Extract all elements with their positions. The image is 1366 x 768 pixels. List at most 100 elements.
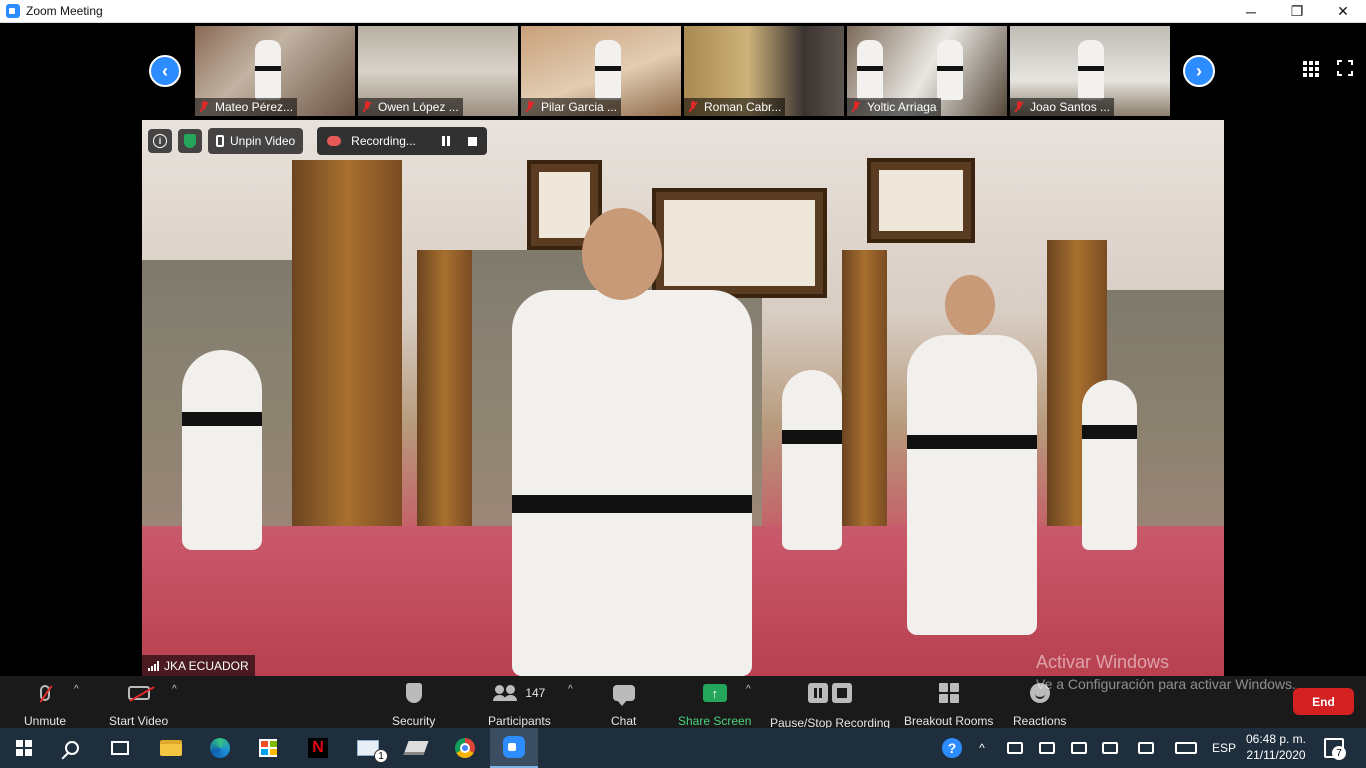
unpin-video-button[interactable]: Unpin Video <box>208 128 304 154</box>
security-label: Security <box>392 714 436 728</box>
participant-name: Owen López ... <box>378 100 459 114</box>
windows-logo-icon <box>16 740 32 756</box>
video-toolbar: i Unpin Video Recording... <box>148 127 487 155</box>
windows-taskbar: N 1 ? ^ ESP 06:48 p. m. 21/11/2020 7 <box>0 728 1366 768</box>
volume-icon <box>1102 742 1118 754</box>
help-icon: ? <box>942 738 962 758</box>
chat-button[interactable]: Chat <box>611 680 636 728</box>
stack-app-icon <box>403 741 429 755</box>
tray-wifi[interactable] <box>1069 728 1089 768</box>
participant-name: Yoltic Arriaga <box>867 100 937 114</box>
taskbar-store[interactable] <box>244 728 292 768</box>
window-controls: ─ ❐ ✕ <box>1228 0 1366 23</box>
clock-time: 06:48 p. m. <box>1245 732 1307 746</box>
audio-options-caret[interactable]: ^ <box>74 684 79 695</box>
restore-button[interactable]: ❐ <box>1274 0 1320 23</box>
taskbar-mail[interactable]: 1 <box>344 728 392 768</box>
taskbar-zoom[interactable] <box>490 728 538 768</box>
tray-language[interactable]: ESP <box>1208 728 1240 768</box>
stop-recording-icon[interactable] <box>467 136 477 146</box>
tray-pen[interactable] <box>1136 728 1156 768</box>
start-video-button[interactable]: Start Video <box>109 680 168 728</box>
tray-battery[interactable] <box>1037 728 1057 768</box>
cloud-recording-icon <box>327 136 342 146</box>
mail-icon: 1 <box>357 740 388 763</box>
security-button[interactable]: Security <box>392 680 435 728</box>
participants-label: Participants <box>488 714 551 728</box>
participant-name: Mateo Pérez... <box>215 100 294 114</box>
minimize-button[interactable]: ─ <box>1228 0 1274 23</box>
wifi-icon <box>1071 742 1087 754</box>
info-icon: i <box>153 134 167 148</box>
fullscreen-icon[interactable] <box>1336 59 1354 77</box>
reactions-label: Reactions <box>1013 714 1067 728</box>
watermark-title: Activar Windows <box>1036 652 1170 672</box>
main-speaker-video[interactable] <box>142 120 1224 676</box>
pause-stop-recording-button[interactable]: Pause/Stop Recording <box>770 680 890 730</box>
pen-icon <box>1138 742 1154 754</box>
participant-thumbnail[interactable]: Yoltic Arriaga <box>847 26 1007 116</box>
participant-name-tag: Owen López ... <box>358 98 463 116</box>
participant-thumbnail[interactable]: Mateo Pérez... <box>195 26 355 116</box>
share-screen-label: Share Screen <box>678 714 752 728</box>
participants-button[interactable]: 147 Participants <box>488 680 551 728</box>
close-button[interactable]: ✕ <box>1320 0 1366 23</box>
task-view-button[interactable] <box>96 728 144 768</box>
participant-name-tag: Pilar Garcia ... <box>521 98 622 116</box>
mic-muted-icon <box>525 101 535 113</box>
taskbar-file-explorer[interactable] <box>147 728 195 768</box>
participant-name-tag: Mateo Pérez... <box>195 98 298 116</box>
meeting-info-button[interactable]: i <box>148 129 172 153</box>
window-title: Zoom Meeting <box>26 4 103 18</box>
participant-thumbnail[interactable]: Owen López ... <box>358 26 518 116</box>
start-button[interactable] <box>0 728 48 768</box>
participant-thumbnail[interactable]: Joao Santos ... <box>1010 26 1170 116</box>
unmute-button[interactable]: Unmute <box>24 680 66 728</box>
tray-expand-button[interactable]: ^ <box>972 728 992 768</box>
participants-options-caret[interactable]: ^ <box>568 684 573 695</box>
video-options-caret[interactable]: ^ <box>172 684 177 695</box>
meeting-stage: ‹ Mateo Pérez... Owen López ... Pilar Ga… <box>0 23 1366 676</box>
mic-muted-icon <box>851 101 861 113</box>
gallery-prev-button[interactable]: ‹ <box>149 55 181 87</box>
share-screen-button[interactable]: ↑ Share Screen <box>678 680 751 728</box>
tray-keyboard[interactable] <box>1174 728 1198 768</box>
folder-icon <box>160 740 182 756</box>
task-view-icon <box>111 741 129 755</box>
gallery-next-button[interactable]: › <box>1183 55 1215 87</box>
taskbar-app[interactable] <box>392 728 440 768</box>
karateka-instructor <box>512 208 752 676</box>
end-meeting-button[interactable]: End <box>1293 688 1354 715</box>
taskbar-edge[interactable] <box>196 728 244 768</box>
participant-thumbnail[interactable]: Pilar Garcia ... <box>521 26 681 116</box>
unpin-video-label: Unpin Video <box>230 134 296 148</box>
tray-volume[interactable] <box>1100 728 1120 768</box>
participant-name: Joao Santos ... <box>1030 100 1111 114</box>
share-options-caret[interactable]: ^ <box>746 684 751 695</box>
mic-muted-icon <box>1014 101 1024 113</box>
battery-icon <box>1039 742 1055 754</box>
participant-thumbnail[interactable]: Roman Cabr... <box>684 26 844 116</box>
breakout-rooms-button[interactable]: Breakout Rooms <box>904 680 993 728</box>
mic-muted-icon <box>362 101 372 113</box>
title-bar: Zoom Meeting ─ ❐ ✕ <box>0 0 1366 23</box>
taskbar-search-button[interactable] <box>48 728 96 768</box>
zoom-app-icon <box>6 4 20 18</box>
gallery-view-icon[interactable] <box>1303 61 1319 77</box>
watermark-subtitle: Ve a Configuración para activar Windows. <box>1036 676 1296 692</box>
tray-help[interactable]: ? <box>940 728 964 768</box>
taskbar-clock[interactable]: 06:48 p. m. 21/11/2020 <box>1244 731 1308 763</box>
dropbox-icon <box>1007 742 1023 754</box>
mic-muted-icon <box>40 685 51 701</box>
mail-badge: 1 <box>374 749 388 763</box>
taskbar-netflix[interactable]: N <box>294 728 342 768</box>
pause-recording-icon[interactable] <box>441 136 450 146</box>
taskbar-chrome[interactable] <box>441 728 489 768</box>
participant-video-figure <box>595 40 621 100</box>
recording-indicator: Recording... <box>317 127 487 155</box>
netflix-icon: N <box>308 738 328 758</box>
tray-dropbox[interactable] <box>1005 728 1025 768</box>
participant-name-tag: Yoltic Arriaga <box>847 98 941 116</box>
participant-name-tag: Roman Cabr... <box>684 98 786 116</box>
encryption-button[interactable] <box>178 129 202 153</box>
